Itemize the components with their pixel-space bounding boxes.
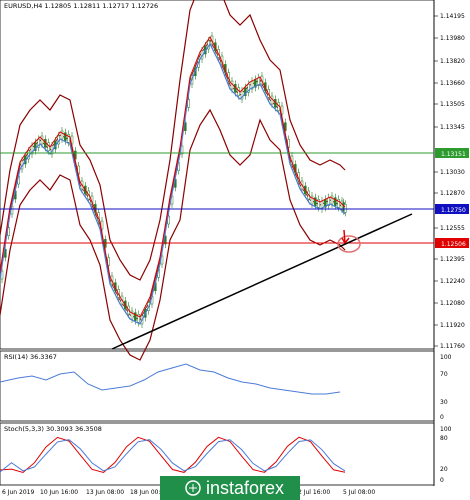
price-tick-label: 1.11760 <box>440 343 465 350</box>
price-tick-label: 1.13030 <box>440 169 465 176</box>
candle-body <box>344 204 347 213</box>
price-tick-label: 1.13345 <box>440 124 465 131</box>
rsi-axis: 100 70 30 0 <box>440 354 452 421</box>
chart-canvas[interactable]: EURUSD,H4 1.12805 1.12811 1.12717 1.1272… <box>0 0 470 500</box>
rsi-tick-label: 0 <box>440 414 444 421</box>
price-tick-label: 1.13820 <box>440 58 465 65</box>
rsi-panel[interactable] <box>0 350 435 422</box>
price-axis: 1.14195 1.13980 1.13820 1.13660 1.13505 1.133… <box>434 13 465 350</box>
main-price-panel[interactable] <box>0 0 435 350</box>
rsi-tick-label: 70 <box>440 371 448 378</box>
stoch-tick-label: 80 <box>440 435 448 442</box>
price-tick-label: 1.12080 <box>440 300 465 307</box>
price-tick-label: 1.13505 <box>440 101 465 108</box>
rsi-header: RSI(14) 36.3367 <box>4 353 57 361</box>
green-level-label: 1.13151 <box>441 151 466 158</box>
time-tick-label: 10 Jun 16:00 <box>40 489 78 496</box>
stoch-tick-label: 100 <box>440 426 452 433</box>
trading-chart-window[interactable]: EURUSD,H4 1.12805 1.12811 1.12717 1.1272… <box>0 0 470 500</box>
stoch-axis: 100 80 20 0 <box>440 426 452 484</box>
watermark-text: instaforex <box>206 478 284 498</box>
stoch-header: Stoch(5,3,3) 30.3093 36.3508 <box>4 425 102 433</box>
price-tick-label: 1.11920 <box>440 322 465 329</box>
price-tick-label: 1.14195 <box>440 13 465 20</box>
main-chart-header: EURUSD,H4 1.12805 1.12811 1.12717 1.1272… <box>4 2 158 10</box>
price-tick-label: 1.12240 <box>440 278 465 285</box>
time-tick-label: 5 Jul 08:00 <box>343 489 375 496</box>
price-tick-label: 1.13980 <box>440 35 465 42</box>
rsi-tick-label: 30 <box>440 399 448 406</box>
price-tick-label: 1.12395 <box>440 256 465 263</box>
stoch-tick-label: 0 <box>440 477 444 484</box>
blue-level-label: 1.12750 <box>441 207 466 214</box>
price-tick-label: 1.12555 <box>440 225 465 232</box>
red-level-label: 1.12506 <box>441 241 466 248</box>
instaforex-watermark: instaforex <box>160 476 300 500</box>
time-tick-label: 6 Jun 2019 <box>2 489 34 496</box>
price-tick-label: 1.13660 <box>440 80 465 87</box>
time-tick-label: 2 Jul 16:00 <box>298 489 330 496</box>
rsi-tick-label: 100 <box>440 354 452 361</box>
stoch-tick-label: 20 <box>440 466 448 473</box>
price-tick-label: 1.12870 <box>440 190 465 197</box>
time-tick-label: 13 Jun 08:00 <box>86 489 124 496</box>
